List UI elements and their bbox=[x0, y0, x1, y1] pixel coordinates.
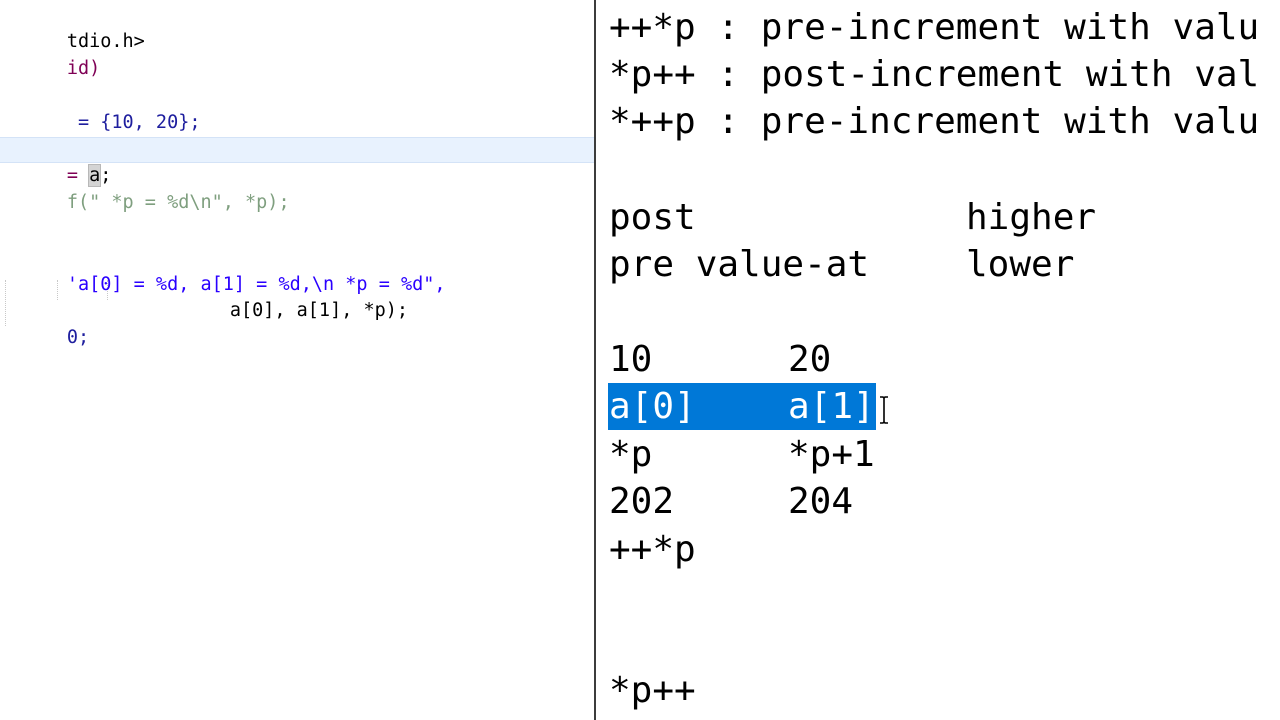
note-expression-post-increment: *p++ bbox=[609, 670, 696, 711]
note-line-pre-increment-value: ++*p : pre-increment with valu bbox=[609, 7, 1260, 48]
note-line-post-increment-value: *p++ : post-increment with val bbox=[609, 54, 1260, 95]
code-line-pointer-assign: = a; bbox=[0, 137, 111, 187]
precedence-post-label: post bbox=[609, 197, 696, 238]
precedence-pre-level: lower bbox=[966, 244, 1075, 285]
printf-args-text: a[0], a[1], *p); bbox=[229, 300, 409, 321]
precedence-pre-label: pre value-at bbox=[609, 244, 870, 285]
table-pointer-a1: *p+1 bbox=[788, 434, 875, 475]
code-line-array-declaration: = {10, 20}; bbox=[0, 84, 201, 133]
note-line-pre-increment-pointer: *++p : pre-increment with valu bbox=[609, 101, 1260, 142]
code-line-return: 0; bbox=[0, 299, 89, 348]
table-address-a0: 202 bbox=[609, 481, 675, 522]
precedence-post-level: higher bbox=[966, 197, 1097, 238]
table-name-a1[interactable]: a[1] bbox=[788, 383, 875, 431]
table-name-a0[interactable]: a[0] bbox=[609, 383, 696, 431]
text-cursor-icon bbox=[880, 396, 888, 424]
notes-editor[interactable]: ++*p : pre-increment with valu *p++ : po… bbox=[596, 0, 1280, 720]
code-line-main-signature: id) bbox=[0, 30, 100, 79]
code-line-printf-args: a[0], a[1], *p); bbox=[163, 272, 408, 321]
commented-printf-text: f(" *p = %d\n", *p); bbox=[66, 192, 290, 213]
table-value-a0: 10 bbox=[609, 339, 653, 380]
note-expression-pre-increment: ++*p bbox=[609, 529, 696, 570]
code-line-commented-printf: f(" *p = %d\n", *p); bbox=[0, 164, 290, 213]
array-declaration-text: = {10, 20}; bbox=[66, 112, 201, 133]
table-pointer-a0: *p bbox=[609, 434, 653, 475]
main-signature-text: id) bbox=[66, 58, 101, 79]
code-line-printf-format: 'a[0] = %d, a[1] = %d,\n *p = %d", bbox=[0, 246, 446, 295]
code-editor[interactable]: tdio.h> id) = {10, 20}; = a; f(" *p = %d… bbox=[0, 0, 594, 720]
screen: tdio.h> id) = {10, 20}; = a; f(" *p = %d… bbox=[0, 0, 1280, 720]
code-line-include: tdio.h> bbox=[0, 3, 145, 52]
return-text: 0; bbox=[66, 327, 90, 348]
table-address-a1: 204 bbox=[788, 481, 854, 522]
table-value-a1: 20 bbox=[788, 339, 832, 380]
